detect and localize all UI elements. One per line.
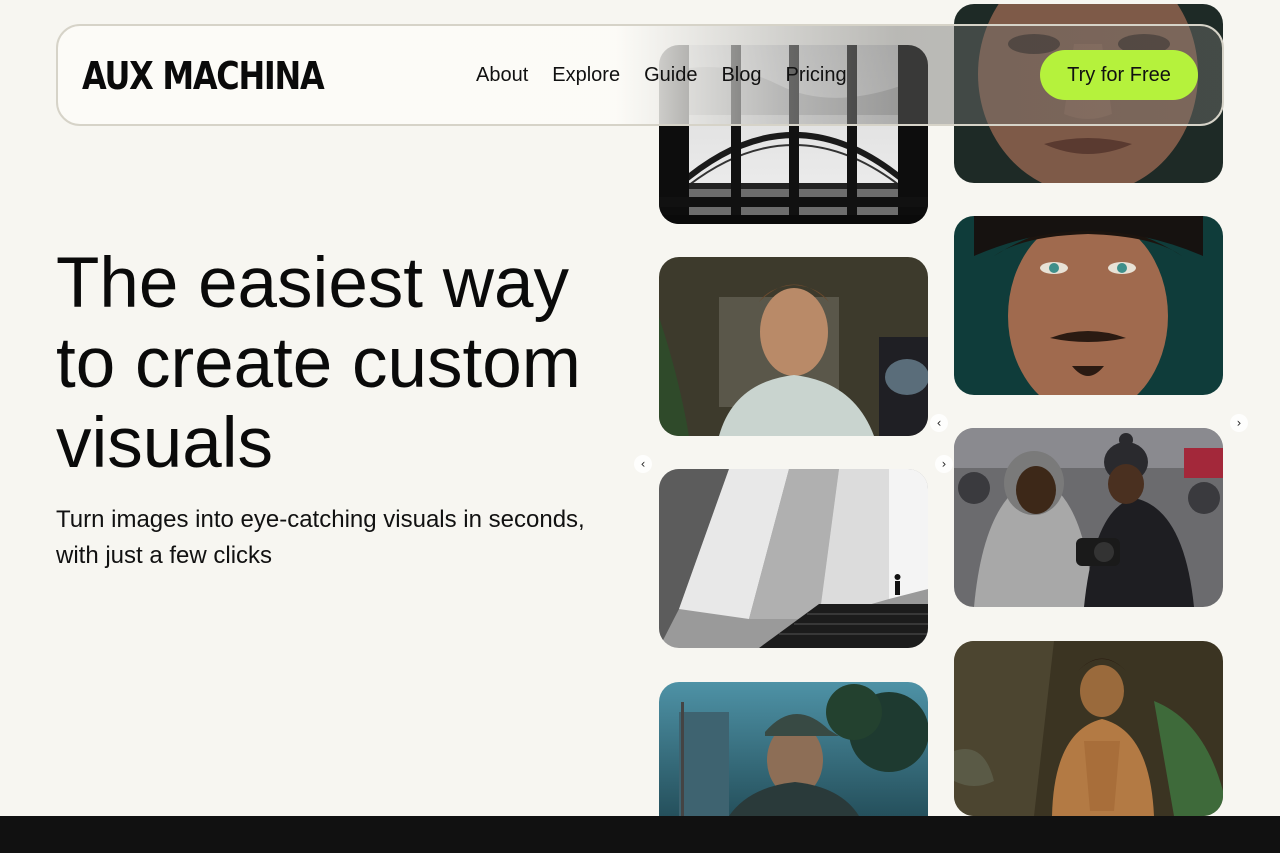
chevron-left-icon[interactable]: ‹ xyxy=(930,414,948,432)
chevron-right-icon[interactable]: › xyxy=(935,455,953,473)
site-header: AUX MACHINA About Explore Guide Blog Pri… xyxy=(56,24,1224,126)
gallery-image-man-plant[interactable] xyxy=(659,257,928,436)
gallery-image-street-camera[interactable] xyxy=(954,428,1223,607)
main-nav: About Explore Guide Blog Pricing xyxy=(476,64,847,87)
try-for-free-button[interactable]: Try for Free xyxy=(1040,50,1198,100)
gallery-image-man-cap[interactable] xyxy=(659,682,928,816)
bottom-bar xyxy=(0,816,1280,853)
gallery-image-freckled-man[interactable] xyxy=(954,216,1223,395)
gallery-image-shirtless-man[interactable] xyxy=(954,641,1223,816)
nav-link-explore[interactable]: Explore xyxy=(552,64,620,87)
hero-subtitle: Turn images into eye-catching visuals in… xyxy=(56,506,585,569)
nav-link-pricing[interactable]: Pricing xyxy=(785,64,846,87)
gallery-image-architecture[interactable] xyxy=(659,469,928,648)
chevron-right-icon[interactable]: › xyxy=(1230,414,1248,432)
nav-link-blog[interactable]: Blog xyxy=(721,64,761,87)
nav-link-guide[interactable]: Guide xyxy=(644,64,697,87)
logo[interactable]: AUX MACHINA xyxy=(82,54,325,98)
hero-title: The easiest way to create custom visuals xyxy=(56,244,581,483)
chevron-left-icon[interactable]: ‹ xyxy=(634,455,652,473)
nav-link-about[interactable]: About xyxy=(476,64,528,87)
